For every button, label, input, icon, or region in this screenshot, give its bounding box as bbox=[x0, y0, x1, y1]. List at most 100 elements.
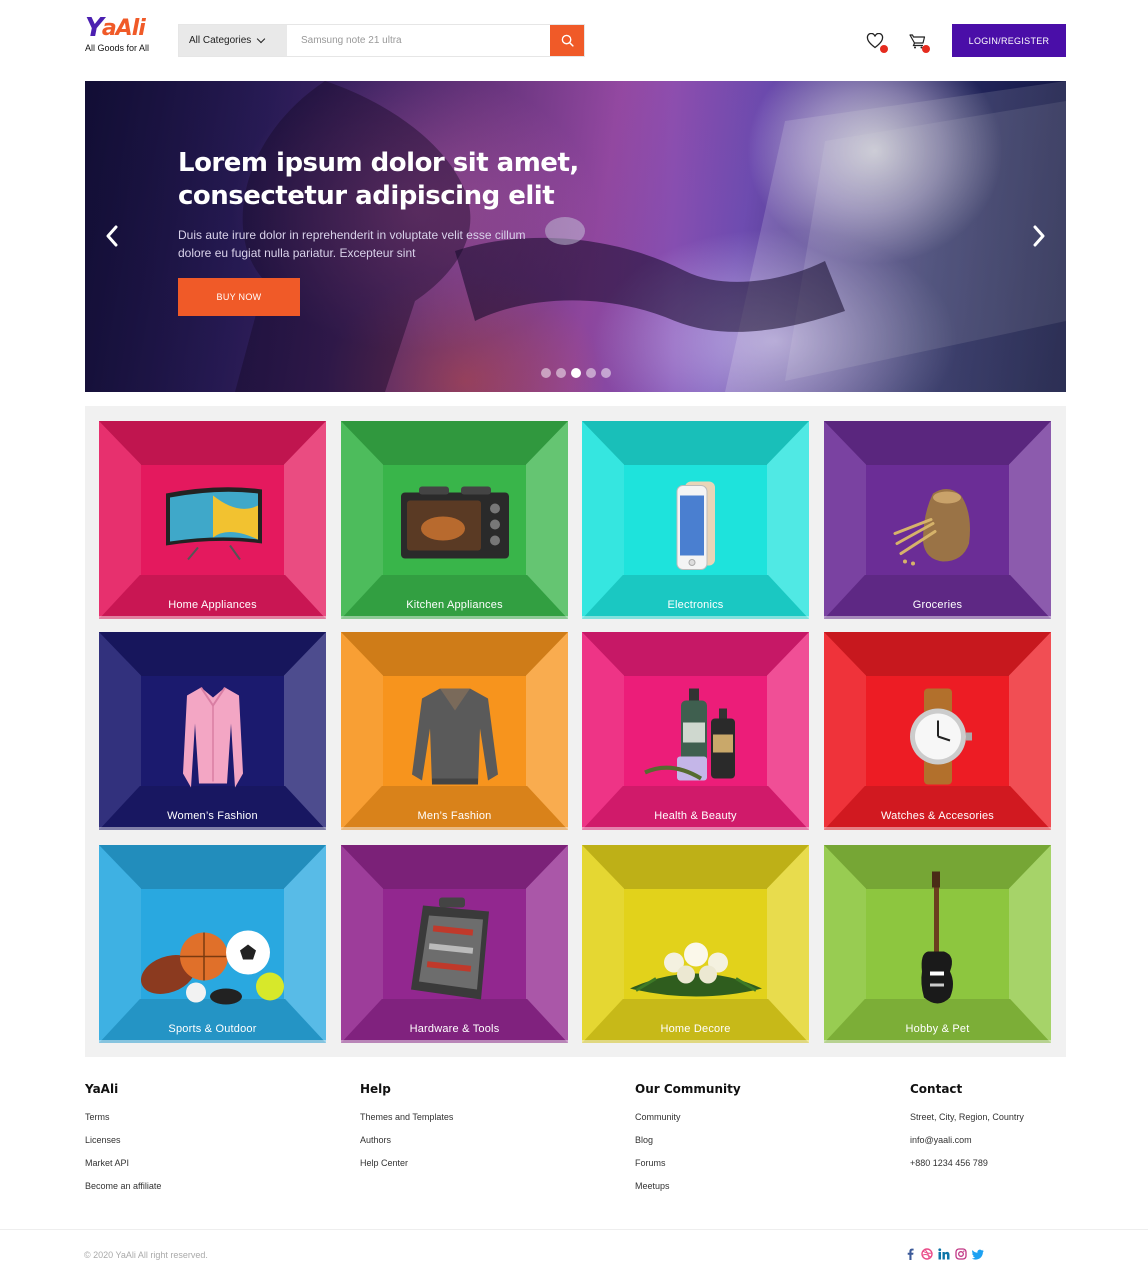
tile-lip bbox=[824, 1040, 1051, 1043]
footer-link-help-center[interactable]: Help Center bbox=[360, 1158, 453, 1168]
category-label: Hobby & Pet bbox=[905, 1023, 970, 1035]
footer-contact-address: Street, City, Region, Country bbox=[910, 1112, 1024, 1122]
logo-mark: YaAli bbox=[85, 14, 165, 42]
category-tile-home-decore[interactable]: Home Decore bbox=[582, 845, 809, 1043]
search-icon bbox=[561, 34, 574, 47]
toolbox-icon bbox=[405, 897, 505, 1006]
logo-tagline: All Goods for All bbox=[85, 43, 150, 53]
slider-dot[interactable] bbox=[601, 368, 611, 378]
category-label: Home Decore bbox=[660, 1023, 731, 1035]
category-tile-sports-outdoor[interactable]: Sports & Outdoor bbox=[99, 845, 326, 1043]
footer-link-community[interactable]: Community bbox=[635, 1112, 741, 1122]
tile-lip bbox=[824, 616, 1051, 619]
category-tile-electronics[interactable]: Electronics bbox=[582, 421, 809, 619]
buy-now-button[interactable]: BUY NOW bbox=[178, 278, 300, 316]
footer-link-blog[interactable]: Blog bbox=[635, 1135, 741, 1145]
login-register-button[interactable]: LOGIN/REGISTER bbox=[952, 24, 1066, 57]
hero-subtitle: Duis aute irure dolor in reprehenderit i… bbox=[178, 228, 526, 260]
hero-title: Lorem ipsum dolor sit amet, consectetur … bbox=[178, 148, 579, 211]
footer-column-title: YaAli bbox=[85, 1082, 119, 1096]
slider-dots bbox=[541, 368, 611, 378]
search-bar: All Categories bbox=[178, 24, 585, 57]
category-tile-health-beauty[interactable]: Health & Beauty bbox=[582, 632, 809, 830]
footer-column-title: Our Community bbox=[635, 1082, 741, 1096]
footer-column-help: Help Themes and Templates Authors Help C… bbox=[360, 1082, 453, 1181]
footer-column-contact: Contact Street, City, Region, Country in… bbox=[910, 1082, 1024, 1181]
tile-lip bbox=[99, 827, 326, 830]
category-label: Home Appliances bbox=[168, 599, 257, 611]
footer-link-meetups[interactable]: Meetups bbox=[635, 1181, 741, 1191]
dribbble-icon[interactable] bbox=[921, 1248, 933, 1260]
footer-link-terms[interactable]: Terms bbox=[85, 1112, 161, 1122]
social-links bbox=[904, 1248, 984, 1260]
guitar-icon bbox=[916, 871, 960, 1017]
category-label: Sports & Outdoor bbox=[168, 1023, 257, 1035]
slider-prev-button[interactable] bbox=[98, 222, 126, 250]
tile-lip bbox=[99, 616, 326, 619]
tile-lip bbox=[341, 616, 568, 619]
watch-icon bbox=[898, 688, 978, 789]
phone-icon bbox=[671, 479, 721, 576]
balls-icon bbox=[138, 922, 288, 1013]
footer-link-affiliate[interactable]: Become an affiliate bbox=[85, 1181, 161, 1191]
category-label: Health & Beauty bbox=[654, 810, 737, 822]
wishlist-button[interactable] bbox=[864, 30, 888, 53]
tile-lip bbox=[582, 827, 809, 830]
chevron-down-icon bbox=[257, 34, 266, 44]
footer-bottom-bar: © 2020 YaAli All right reserved. bbox=[0, 1229, 1148, 1280]
chevron-left-icon bbox=[106, 225, 118, 247]
category-tile-home-appliances[interactable]: Home Appliances bbox=[99, 421, 326, 619]
footer-link-themes[interactable]: Themes and Templates bbox=[360, 1112, 453, 1122]
category-tile-hobby-pet[interactable]: Hobby & Pet bbox=[824, 845, 1051, 1043]
slider-dot[interactable] bbox=[556, 368, 566, 378]
footer-column-title: Contact bbox=[910, 1082, 963, 1096]
footer-link-licenses[interactable]: Licenses bbox=[85, 1135, 161, 1145]
tile-lip bbox=[341, 827, 568, 830]
category-label: Men’s Fashion bbox=[417, 810, 492, 822]
category-tile-watches-accessories[interactable]: Watches & Accesories bbox=[824, 632, 1051, 830]
slider-dot[interactable] bbox=[586, 368, 596, 378]
category-tile-groceries[interactable]: Groceries bbox=[824, 421, 1051, 619]
linkedin-icon[interactable] bbox=[938, 1248, 950, 1260]
logo-letter-y: Y bbox=[85, 13, 104, 43]
tile-lip bbox=[99, 1040, 326, 1043]
search-button[interactable] bbox=[550, 25, 584, 56]
tile-lip bbox=[341, 1040, 568, 1043]
footer-contact-email[interactable]: info@yaali.com bbox=[910, 1135, 1024, 1145]
footer-column-title: Help bbox=[360, 1082, 391, 1096]
search-input[interactable] bbox=[287, 25, 550, 56]
category-label: Watches & Accesories bbox=[880, 810, 995, 822]
footer-contact-phone[interactable]: +880 1234 456 789 bbox=[910, 1158, 1024, 1168]
sweater-icon bbox=[410, 684, 500, 793]
category-tile-kitchen-appliances[interactable]: Kitchen Appliances bbox=[341, 421, 568, 619]
oven-icon bbox=[397, 484, 513, 571]
slider-dot[interactable] bbox=[541, 368, 551, 378]
facebook-icon[interactable] bbox=[904, 1248, 916, 1260]
cart-button[interactable] bbox=[906, 30, 930, 53]
category-tile-womens-fashion[interactable]: Women’s Fashion bbox=[99, 632, 326, 830]
category-label: Hardware & Tools bbox=[409, 1023, 500, 1035]
instagram-icon[interactable] bbox=[955, 1248, 967, 1260]
twitter-icon[interactable] bbox=[972, 1248, 984, 1260]
cart-badge bbox=[922, 45, 930, 53]
category-dropdown-label: All Categories bbox=[189, 35, 252, 46]
footer-link-authors[interactable]: Authors bbox=[360, 1135, 453, 1145]
blouse-icon bbox=[177, 683, 249, 794]
footer-link-market-api[interactable]: Market API bbox=[85, 1158, 161, 1168]
flowers-icon bbox=[626, 938, 766, 1013]
site-logo[interactable]: YaAli All Goods for All bbox=[85, 14, 165, 56]
category-dropdown[interactable]: All Categories bbox=[179, 25, 287, 56]
tile-lip bbox=[582, 1040, 809, 1043]
copyright-text: © 2020 YaAli All right reserved. bbox=[84, 1250, 208, 1260]
slider-dot-active[interactable] bbox=[571, 368, 581, 378]
footer-link-forums[interactable]: Forums bbox=[635, 1158, 741, 1168]
wishlist-badge bbox=[880, 45, 888, 53]
grain-sack-icon bbox=[893, 483, 983, 572]
bottles-icon bbox=[641, 686, 751, 791]
category-tile-mens-fashion[interactable]: Men’s Fashion bbox=[341, 632, 568, 830]
hero-slider: Lorem ipsum dolor sit amet, consectetur … bbox=[85, 81, 1066, 392]
category-label: Electronics bbox=[667, 599, 724, 611]
category-tile-hardware-tools[interactable]: Hardware & Tools bbox=[341, 845, 568, 1043]
tile-lip bbox=[824, 827, 1051, 830]
slider-next-button[interactable] bbox=[1025, 222, 1053, 250]
